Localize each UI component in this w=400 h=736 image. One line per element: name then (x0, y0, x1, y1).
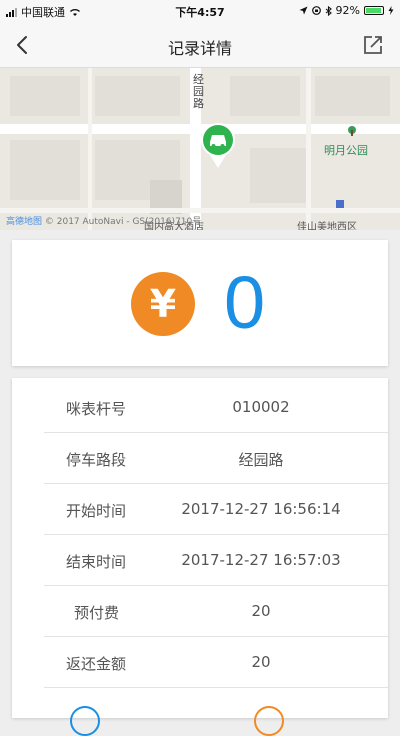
lock-rotation-icon (311, 6, 321, 15)
detail-value: 经园路 (238, 451, 284, 469)
page-title: 记录详情 (167, 39, 232, 58)
map-road-label: 经园路 (193, 73, 204, 110)
bluetooth-icon (325, 5, 332, 16)
map-park-label: 明月公园 (324, 144, 368, 157)
share-icon (364, 36, 382, 54)
detail-value: 20 (251, 653, 271, 671)
status-icon (254, 706, 284, 736)
status-right: 92% (299, 4, 394, 17)
location-icon (299, 6, 308, 15)
detail-value: 2017-12-27 16:57:03 (181, 551, 341, 569)
amount-card: ¥ 0 (12, 240, 388, 366)
charging-icon (388, 6, 394, 15)
detail-row-refund: 返还金额 20 (44, 637, 388, 688)
battery-percent: 92% (335, 4, 360, 17)
map-poi-right: 佳山美地西区 (297, 222, 357, 230)
amount-value: 0 (224, 261, 266, 344)
map-brand: 高德地图 (6, 217, 43, 227)
detail-row-end-time: 结束时间 2017-12-27 16:57:03 (44, 535, 388, 586)
detail-card: 咪表杆号 010002 停车路段 经园路 开始时间 2017-12-27 16:… (12, 378, 388, 736)
map-copyright-text: © 2017 AutoNavi - GS(2016)710号 (44, 217, 202, 227)
detail-value: 20 (251, 602, 271, 620)
status-bar: 中国联通 下午4:57 92% (0, 0, 400, 22)
navigation-bar: 记录详情 (0, 22, 400, 68)
detail-row-road-section: 停车路段 经园路 (44, 433, 388, 484)
map-copyright: 高德地图 © 2017 AutoNavi - GS(2016)710号 (6, 214, 201, 227)
car-marker-icon (201, 123, 235, 168)
detail-row-start-time: 开始时间 2017-12-27 16:56:14 (44, 484, 388, 535)
detail-value: 2017-12-27 16:56:14 (181, 500, 341, 518)
info-icon (70, 706, 100, 736)
detail-value: 010002 (232, 398, 290, 416)
share-button[interactable] (360, 32, 386, 58)
battery-icon (364, 6, 384, 15)
detail-row-prepaid: 预付费 20 (44, 586, 388, 637)
detail-row-meter-id: 咪表杆号 010002 (44, 382, 388, 433)
yen-icon: ¥ (131, 272, 195, 336)
